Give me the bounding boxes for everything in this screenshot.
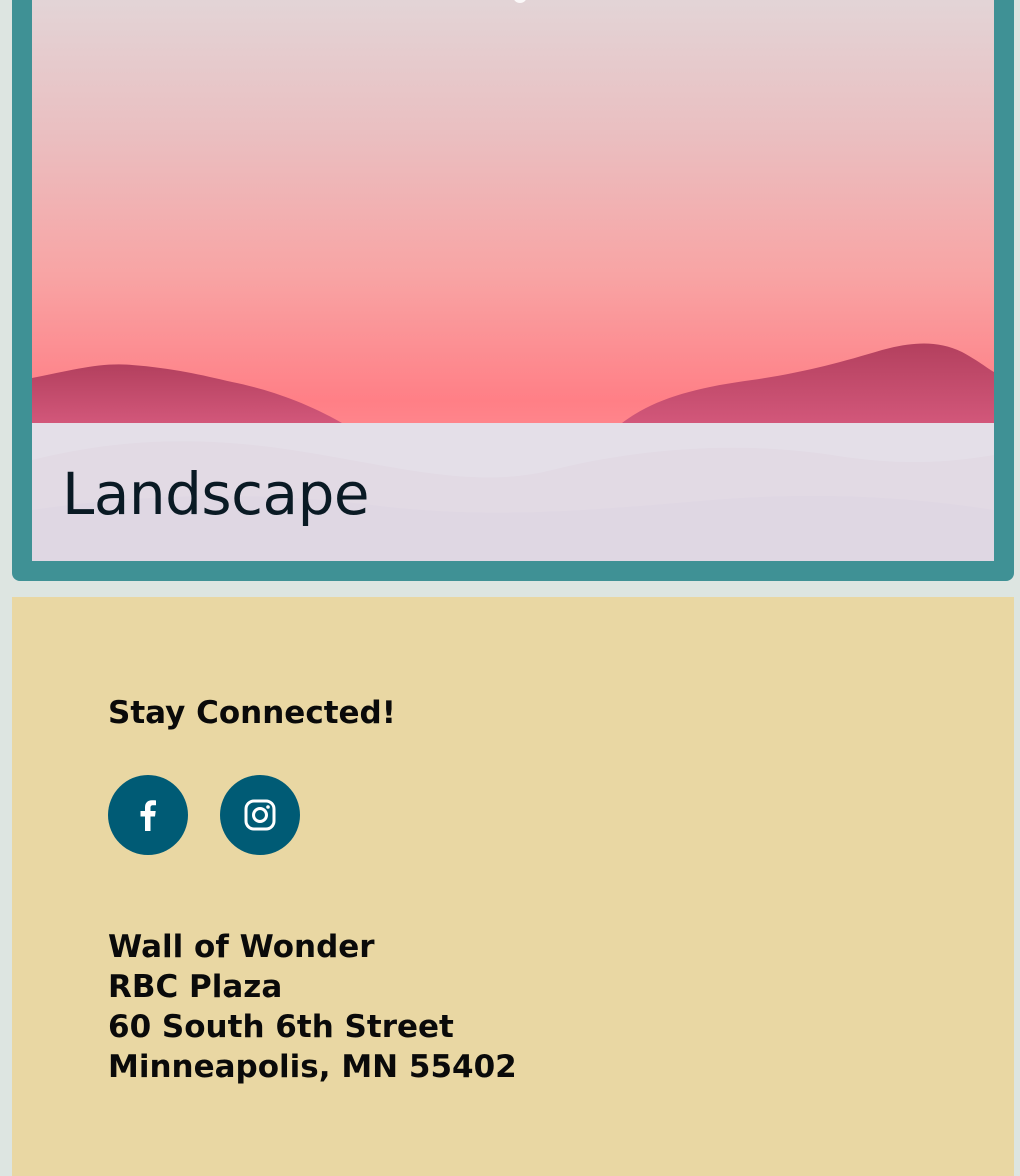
- address-city: Minneapolis, MN 55402: [108, 1049, 517, 1085]
- card-title: Landscape: [62, 460, 370, 528]
- address-street: 60 South 6th Street: [108, 1009, 454, 1045]
- landscape-photo: Landscape: [32, 0, 994, 561]
- facebook-link[interactable]: [108, 775, 188, 855]
- stay-connected-heading: Stay Connected!: [108, 695, 396, 731]
- facebook-icon: [140, 800, 156, 831]
- address-block: Wall of Wonder RBC Plaza 60 South 6th St…: [108, 927, 517, 1087]
- footer: Stay Connected! Wall of Wonder RBC Plaza…: [12, 597, 1014, 1176]
- address-building: RBC Plaza: [108, 969, 283, 1005]
- instagram-link[interactable]: [220, 775, 300, 855]
- address-name: Wall of Wonder: [108, 929, 375, 965]
- card-caption: Landscape: [32, 423, 994, 561]
- landscape-card[interactable]: Landscape: [12, 0, 1014, 581]
- instagram-icon: [244, 799, 276, 831]
